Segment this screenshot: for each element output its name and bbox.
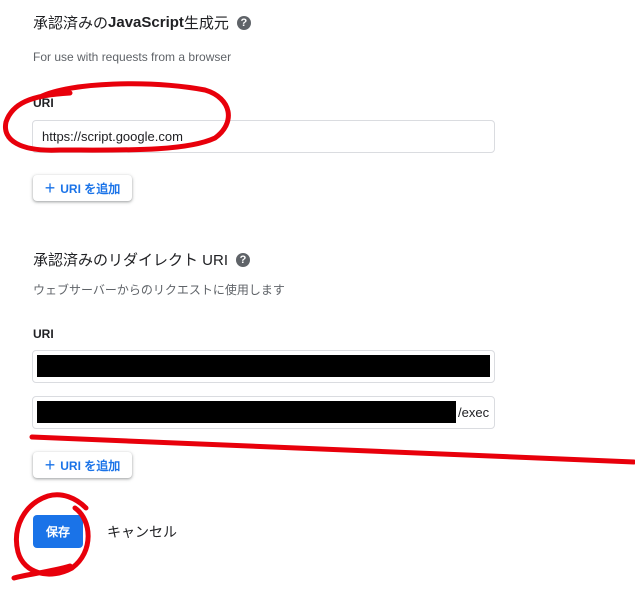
save-button[interactable]: 保存 [33, 515, 83, 548]
redirect-uris-description: ウェブサーバーからのリクエストに使用します [33, 283, 285, 297]
redaction-block [37, 401, 456, 423]
js-origins-uri-label: URI [33, 96, 54, 110]
redirect-uri-input-2[interactable]: /exec [32, 396, 495, 429]
js-origin-uri-value: https://script.google.com [42, 129, 183, 144]
add-redirect-uri-button[interactable]: + URI を追加 [33, 452, 132, 478]
add-js-origin-uri-label: URI を追加 [60, 181, 121, 196]
plus-icon: + [44, 455, 56, 475]
redirect-uris-title-text: 承認済みのリダイレクト URI [33, 252, 229, 269]
cancel-button[interactable]: キャンセル [107, 522, 177, 542]
redirect-uri-input-1[interactable] [32, 350, 495, 383]
js-origins-title-prefix: 承認済みの [33, 15, 109, 32]
js-origin-uri-input[interactable]: https://script.google.com [32, 120, 495, 153]
add-redirect-uri-label: URI を追加 [60, 458, 121, 473]
js-origins-description: For use with requests from a browser [33, 50, 232, 64]
redirect-uris-uri-label: URI [33, 327, 54, 341]
js-origins-title-bold: JavaScript [108, 14, 184, 31]
plus-icon: + [44, 178, 56, 198]
redirect-uri-value-2: /exec [458, 405, 490, 420]
js-origins-title-suffix: 生成元 [183, 15, 229, 32]
redaction-block [37, 355, 490, 377]
add-js-origin-uri-button[interactable]: + URI を追加 [33, 175, 132, 201]
help-icon[interactable]: ? [236, 15, 251, 30]
help-icon[interactable]: ? [236, 252, 251, 267]
redirect-uris-title: 承認済みのリダイレクト URI ? [33, 249, 251, 270]
js-origins-title: 承認済みの JavaScript 生成元 ? [33, 12, 251, 33]
